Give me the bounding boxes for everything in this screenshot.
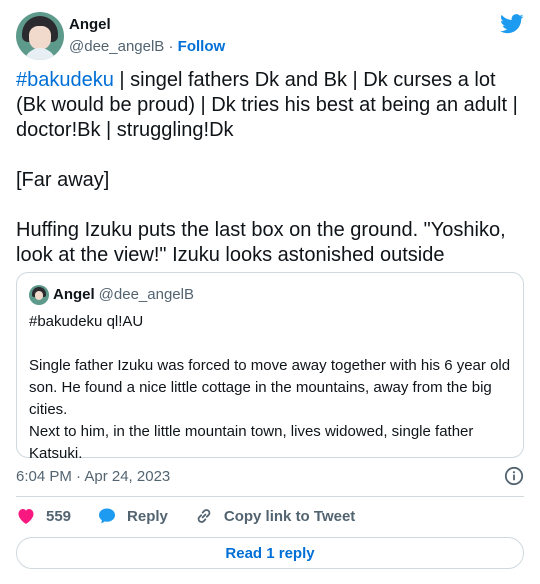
copy-link-button[interactable]: Copy link to Tweet — [194, 506, 355, 526]
twitter-bird-icon[interactable] — [500, 14, 524, 34]
read-reply-button[interactable]: Read 1 reply — [16, 537, 524, 569]
tweet-actions: 559 Reply Copy link to Tweet — [16, 506, 381, 526]
tweet-paragraph-1: #bakudeku | singel fathers Dk and Bk | D… — [16, 68, 526, 143]
quoted-paragraph-2: Single father Izuku was forced to move a… — [29, 357, 511, 418]
hashtag-link[interactable]: #bakudeku — [16, 69, 114, 91]
like-count: 559 — [46, 507, 72, 525]
follow-link[interactable]: Follow — [178, 38, 226, 55]
divider — [16, 496, 524, 497]
separator-dot: · — [168, 38, 174, 55]
author-handle[interactable]: @dee_angelB — [69, 38, 164, 55]
heart-icon — [18, 509, 34, 524]
quoted-tweet[interactable]: Angel @dee_angelB #bakudeku ql!AU Single… — [16, 272, 524, 462]
tweet-header: Angel @dee_angelB · Follow — [16, 12, 225, 60]
author-avatar[interactable] — [16, 12, 64, 60]
reply-bubble-icon — [99, 508, 116, 524]
quoted-author-handle: @dee_angelB — [98, 286, 194, 303]
copy-link-label: Copy link to Tweet — [223, 507, 356, 525]
quoted-tweet-text: #bakudeku ql!AU Single father Izuku was … — [29, 311, 511, 465]
quoted-tweet-header: Angel @dee_angelB — [29, 285, 511, 305]
link-icon — [197, 509, 211, 523]
reply-label: Reply — [127, 507, 168, 525]
tweet-paragraph-2: [Far away] — [16, 169, 110, 191]
timestamp-link[interactable]: 6:04 PM · Apr 24, 2023 — [16, 468, 170, 485]
tweet-paragraph-3: Huffing Izuku puts the last box on the g… — [16, 219, 506, 266]
quoted-author-avatar — [29, 285, 49, 305]
tweet-text: #bakudeku | singel fathers Dk and Bk | D… — [16, 68, 526, 268]
reply-button[interactable]: Reply — [97, 506, 168, 526]
like-button[interactable]: 559 — [16, 506, 71, 526]
author-display-name[interactable]: Angel — [69, 15, 225, 35]
quoted-author-name: Angel — [53, 286, 95, 303]
embedded-tweet-card: Angel @dee_angelB · Follow #bakudeku | s… — [0, 0, 540, 584]
info-icon[interactable] — [504, 466, 524, 486]
quoted-paragraph-1: #bakudeku ql!AU — [29, 313, 144, 330]
tweet-meta: 6:04 PM · Apr 24, 2023 — [16, 466, 524, 486]
quoted-paragraph-3: Next to him, in the little mountain town… — [29, 423, 474, 462]
author-info: Angel @dee_angelB · Follow — [69, 15, 225, 57]
author-handle-row: @dee_angelB · Follow — [69, 37, 225, 57]
